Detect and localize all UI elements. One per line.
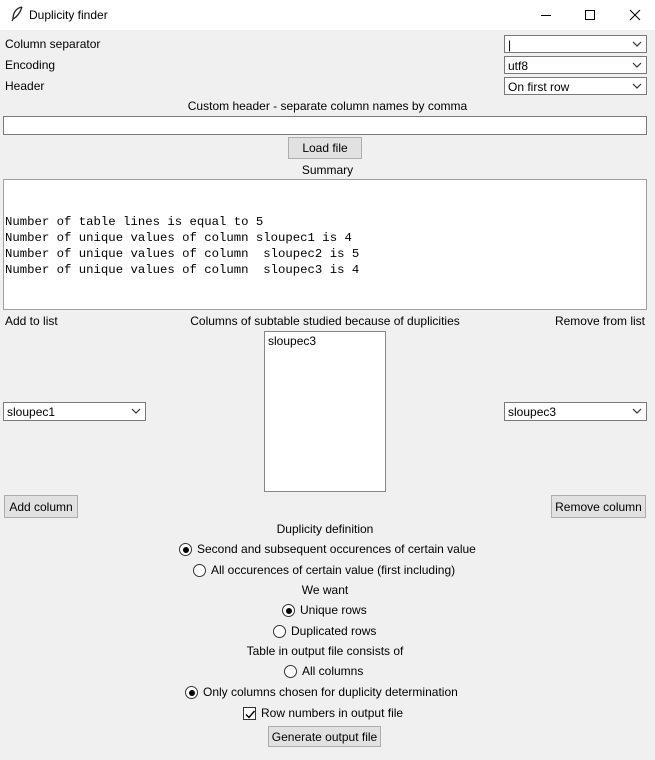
radio-second-occurrences[interactable] [179,543,192,556]
minimize-icon [540,9,552,21]
chevron-down-icon [632,62,642,68]
radio-second-occurrences-label[interactable]: Second and subsequent occurences of cert… [197,542,476,556]
add-column-button[interactable]: Add column [4,495,78,518]
remove-from-list-label: Remove from list [554,314,645,328]
radio-all-occurrences-label[interactable]: All occurences of certain value (first i… [211,563,455,577]
we-want-label: We want [301,583,349,597]
radio-all-columns-label[interactable]: All columns [302,664,363,678]
header-select[interactable]: On first row [504,77,647,95]
close-button[interactable] [612,0,655,30]
custom-header-label: Custom header - separate column names by… [187,99,468,113]
remove-column-value: sloupec3 [508,405,557,419]
radio-all-occurrences[interactable] [193,564,206,577]
checkmark-icon [245,710,256,719]
output-table-label: Table in output file consists of [246,644,404,658]
header-value: On first row [508,80,570,94]
chevron-down-icon [131,408,141,414]
row-numbers-checkbox[interactable] [243,707,256,720]
add-column-select[interactable]: sloupec1 [3,402,146,421]
radio-only-chosen-columns[interactable] [185,686,198,699]
custom-header-input[interactable] [3,116,647,135]
minimize-button[interactable] [523,0,569,30]
duplicity-definition-label: Duplicity definition [276,522,374,536]
encoding-value: utf8 [508,59,529,73]
chevron-down-icon [632,41,642,47]
radio-duplicated-rows[interactable] [273,625,286,638]
summary-label: Summary [301,163,354,177]
load-file-button[interactable]: Load file [288,137,362,159]
maximize-icon [584,9,596,21]
window-title: Duplicity finder [29,8,108,22]
radio-all-columns[interactable] [284,665,297,678]
close-icon [629,9,641,21]
add-column-value: sloupec1 [7,405,56,419]
remove-column-select[interactable]: sloupec3 [504,402,647,421]
studied-columns-listbox[interactable]: sloupec3 [264,331,386,492]
radio-unique-rows-label[interactable]: Unique rows [300,603,367,617]
feather-icon [10,6,24,22]
summary-line: Number of unique values of column sloupe… [5,263,360,277]
radio-unique-rows[interactable] [282,604,295,617]
list-item[interactable]: sloupec3 [268,334,316,348]
row-numbers-label[interactable]: Row numbers in output file [261,706,403,720]
summary-line: Number of unique values of column sloupe… [5,247,360,261]
chevron-down-icon [632,83,642,89]
header-label: Header [5,79,45,93]
summary-text[interactable]: Number of table lines is equal to 5 Numbe… [3,179,647,310]
chevron-down-icon [632,408,642,414]
column-separator-label: Column separator [5,37,101,51]
radio-duplicated-rows-label[interactable]: Duplicated rows [291,624,376,638]
studied-columns-label: Columns of subtable studied because of d… [190,314,460,328]
remove-column-button[interactable]: Remove column [551,495,646,518]
column-separator-value: | [508,38,512,52]
radio-only-chosen-columns-label[interactable]: Only columns chosen for duplicity determ… [203,685,458,699]
summary-line: Number of unique values of column sloupe… [5,231,352,245]
generate-output-file-button[interactable]: Generate output file [268,726,381,747]
summary-line: Number of table lines is equal to 5 [5,215,264,229]
column-separator-select[interactable]: | [504,35,647,53]
maximize-button[interactable] [567,0,613,30]
encoding-select[interactable]: utf8 [504,56,647,74]
encoding-label: Encoding [5,58,56,72]
